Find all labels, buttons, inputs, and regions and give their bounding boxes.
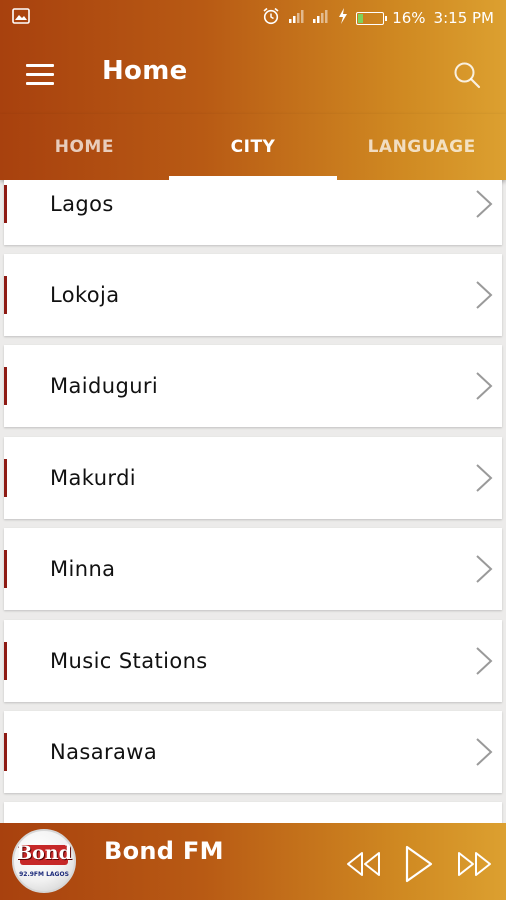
list-item-label: Music Stations [50,649,208,673]
chevron-right-icon [476,372,493,400]
battery-icon [356,11,388,25]
row-accent [4,276,7,314]
signal-2-icon [312,7,330,29]
status-bar: 16% 3:15 PM [0,0,506,34]
chevron-right-icon [476,190,493,218]
list-item-label: Makurdi [50,466,137,490]
chevron-right-icon [476,281,493,309]
rewind-icon[interactable] [344,851,382,877]
list-item-partial[interactable] [4,802,502,823]
tab-home[interactable]: HOME [0,114,169,180]
list-item-label: Lagos [50,192,114,216]
row-accent [4,550,7,588]
list-item-label: Maiduguri [50,374,159,398]
search-icon[interactable] [452,60,482,90]
chevron-right-icon [476,555,493,583]
list-item-lagos[interactable]: Lagos [4,180,502,245]
list-item-music-stations[interactable]: Music Stations [4,620,502,702]
mini-player[interactable]: Bond 92.9FM LAGOS Bond FM [0,823,506,900]
row-accent [4,459,7,497]
signal-icon [288,8,304,28]
charging-icon [338,8,348,28]
hamburger-menu-icon[interactable] [26,64,54,86]
city-list: Lagos Lokoja Maiduguri Makurdi Minna Mus… [0,180,506,823]
list-item-label: Nasarawa [50,740,158,764]
tab-language[interactable]: LANGUAGE [337,114,506,180]
status-time: 3:15 PM [433,9,494,27]
list-item-minna[interactable]: Minna [4,528,502,610]
page-title: Home [102,56,188,86]
play-icon[interactable] [404,845,434,883]
station-logo: Bond 92.9FM LAGOS [12,829,76,893]
list-item-nasarawa[interactable]: Nasarawa [4,711,502,793]
fast-forward-icon[interactable] [456,851,494,877]
row-accent [4,642,7,680]
row-accent [4,733,7,771]
app-bar: Home [0,34,506,114]
station-name: Bond FM [104,837,224,865]
image-notification-icon [12,8,30,28]
alarm-icon [262,7,280,29]
list-item-label: Lokoja [50,283,120,307]
battery-percent: 16% [392,9,426,27]
row-accent [4,367,7,405]
tab-city[interactable]: CITY [168,114,338,180]
list-item-maiduguri[interactable]: Maiduguri [4,345,502,427]
row-accent [4,185,7,223]
chevron-right-icon [476,647,493,675]
list-item-lokoja[interactable]: Lokoja [4,254,502,336]
tab-bar: HOME CITY LANGUAGE [0,114,506,180]
list-item-label: Minna [50,557,116,581]
chevron-right-icon [476,738,493,766]
list-item-makurdi[interactable]: Makurdi [4,437,502,519]
chevron-right-icon [476,464,493,492]
